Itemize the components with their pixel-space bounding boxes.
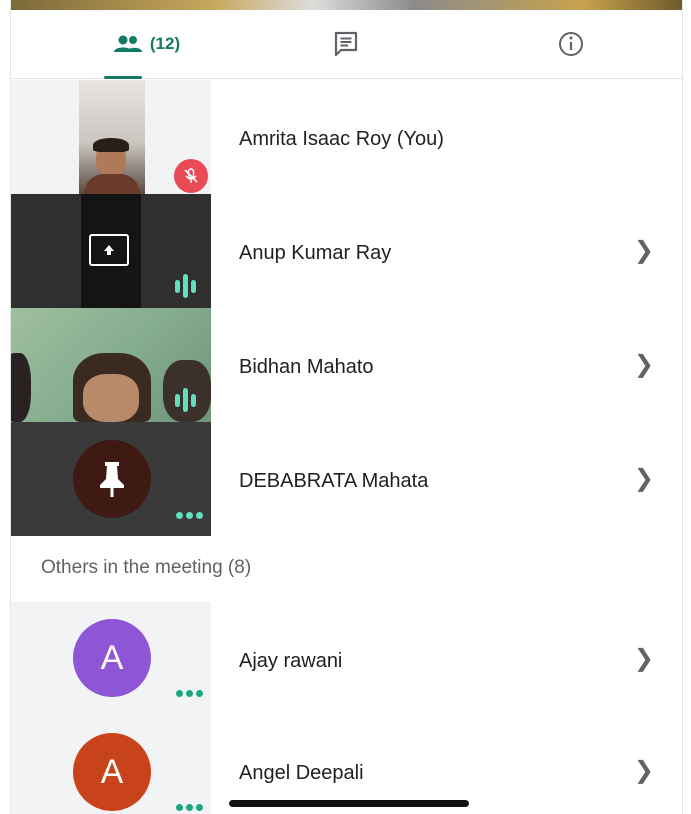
- participant-name: Bidhan Mahato: [239, 356, 374, 378]
- people-icon: [113, 35, 142, 52]
- home-indicator[interactable]: [229, 800, 469, 807]
- video-thumbnail: [11, 422, 211, 536]
- participant-name: Anup Kumar Ray: [239, 242, 392, 264]
- participant-row[interactable]: DEBABRATA Mahata ❯: [11, 422, 682, 536]
- tab-bar: (12): [11, 10, 682, 79]
- avatar: A: [73, 733, 151, 811]
- chevron-right-icon: ❯: [633, 465, 654, 492]
- participant-count: (12): [149, 34, 181, 53]
- chevron-right-icon: ❯: [633, 757, 654, 784]
- participant-name: Angel Deepali: [239, 762, 364, 784]
- chevron-right-icon: ❯: [633, 645, 654, 672]
- participant-row[interactable]: A Ajay rawani ❯: [11, 602, 682, 716]
- more-icon: [176, 690, 203, 697]
- chat-icon: [334, 31, 358, 57]
- participant-row[interactable]: Bidhan Mahato ❯: [11, 308, 682, 422]
- video-thumbnail: [11, 194, 211, 308]
- avatar: [73, 440, 151, 518]
- tab-people[interactable]: (12): [81, 10, 211, 78]
- more-icon: [176, 512, 203, 519]
- chevron-right-icon: ❯: [633, 351, 654, 378]
- avatar-tile: A: [11, 716, 211, 814]
- tab-chat[interactable]: [311, 10, 381, 78]
- participants-panel: (12) Amrita Isaac Roy (You) Anup Kumar R…: [10, 0, 683, 814]
- participant-name: Ajay rawani: [239, 650, 343, 672]
- chevron-right-icon: ❯: [633, 237, 654, 264]
- avatar: A: [73, 619, 151, 697]
- video-thumbnail: [11, 308, 211, 422]
- participant-row[interactable]: Amrita Isaac Roy (You): [11, 80, 682, 194]
- participant-row[interactable]: Anup Kumar Ray ❯: [11, 194, 682, 308]
- speaking-icon: [175, 388, 196, 412]
- others-section-title: Others in the meeting (8): [41, 557, 252, 578]
- video-strip: [11, 0, 682, 10]
- screen-share-icon: [89, 234, 129, 266]
- speaking-icon: [175, 274, 196, 298]
- info-icon: [559, 32, 583, 56]
- avatar-tile: A: [11, 602, 211, 716]
- more-icon: [176, 804, 203, 811]
- participant-name: Amrita Isaac Roy (You): [239, 128, 444, 150]
- tab-info[interactable]: [536, 10, 606, 78]
- video-thumbnail: [11, 80, 211, 194]
- active-tab-indicator: [104, 76, 142, 79]
- mic-off-icon: [174, 159, 208, 193]
- pin-icon: [100, 462, 124, 497]
- participant-name: DEBABRATA Mahata: [239, 470, 429, 492]
